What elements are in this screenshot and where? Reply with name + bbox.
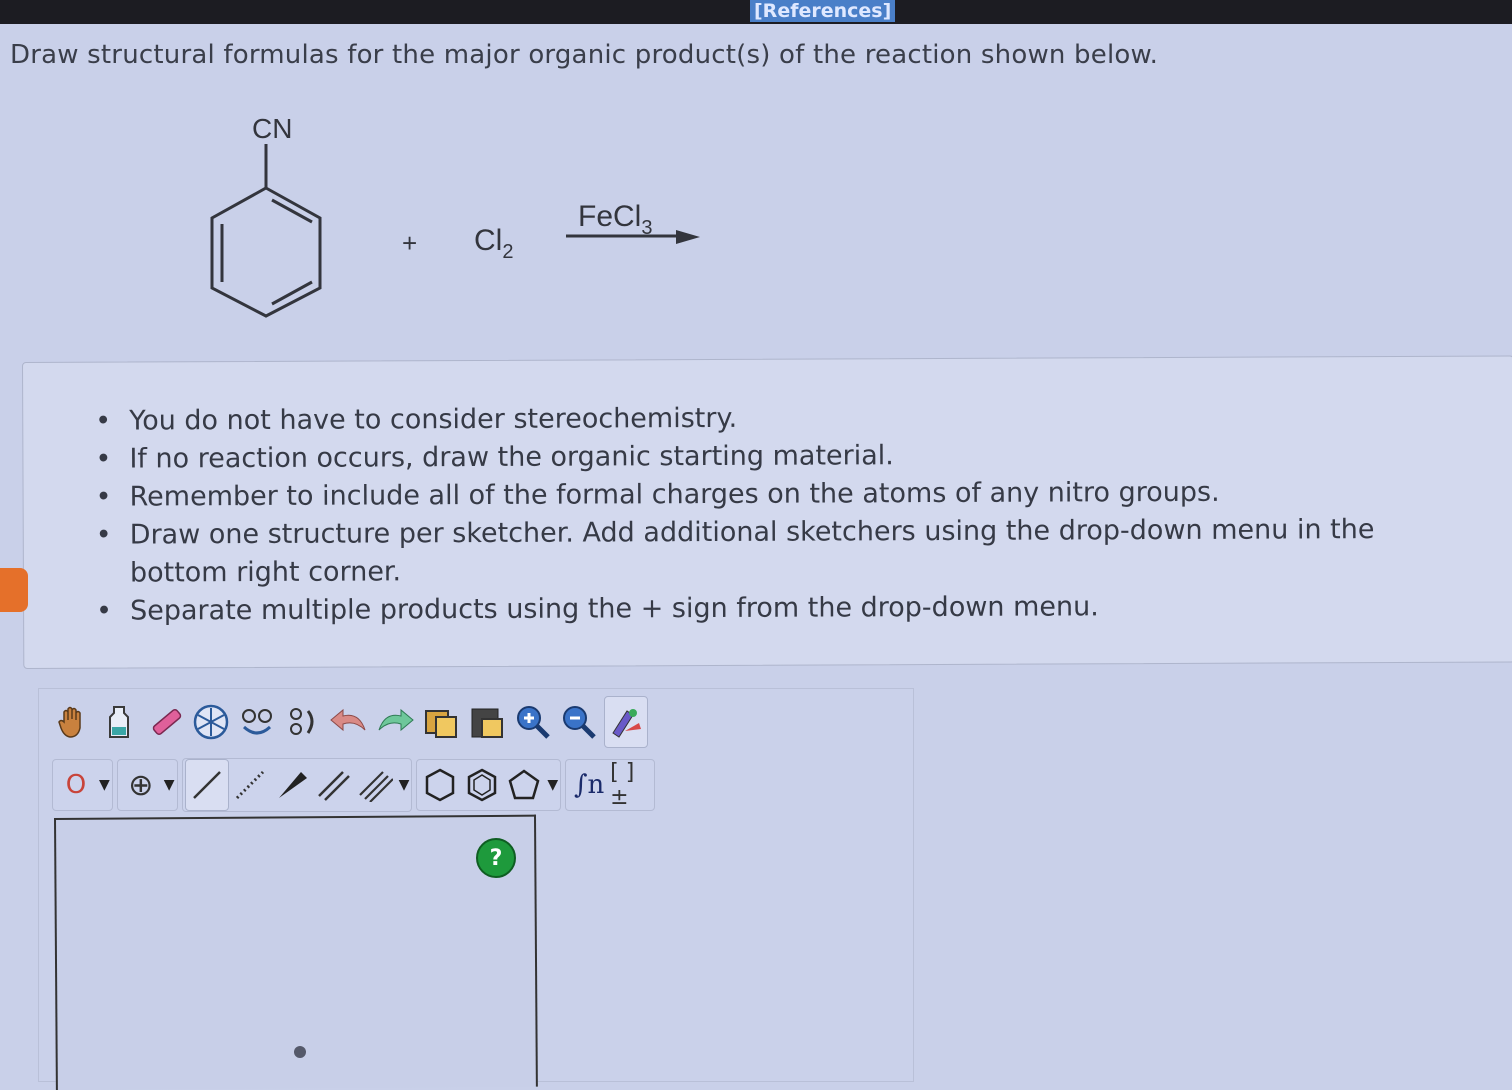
benzene-icon[interactable] bbox=[461, 760, 503, 810]
eraser-icon[interactable] bbox=[144, 697, 186, 747]
single-bond-icon[interactable] bbox=[184, 759, 229, 811]
reaction-drawing: CN + Cl2 FeCl3 bbox=[210, 113, 700, 318]
benzene-ring bbox=[210, 186, 322, 318]
reaction-scheme: CN + Cl2 FeCl3 bbox=[180, 100, 740, 340]
chevron-down-icon[interactable]: ▼ bbox=[164, 777, 175, 793]
extra-tools: ∫n [ ]± bbox=[565, 759, 656, 811]
bond-selector: ▼ bbox=[181, 758, 413, 812]
help-button[interactable]: ? bbox=[476, 838, 516, 878]
reaction-arrow-head bbox=[676, 230, 700, 244]
sgroup-icon[interactable]: ∫n bbox=[568, 760, 610, 810]
bracket-label[interactable]: [ ]± bbox=[610, 760, 652, 810]
instructions-box: You do not have to consider stereochemis… bbox=[22, 355, 1512, 669]
redo-icon[interactable] bbox=[374, 697, 416, 747]
ungroup-icon[interactable] bbox=[282, 697, 324, 747]
clean-icon[interactable] bbox=[604, 696, 648, 748]
instruction-item: Separate multiple products using the + s… bbox=[96, 587, 1456, 631]
toolbar-row-1 bbox=[52, 696, 648, 748]
atom-label: O bbox=[65, 770, 87, 800]
cl2-subscript: 2 bbox=[502, 241, 513, 263]
side-tab[interactable] bbox=[0, 568, 28, 612]
atom-selector[interactable]: O ▼ bbox=[52, 759, 113, 811]
plus-sign: + bbox=[402, 228, 417, 258]
double-bond-icon[interactable] bbox=[313, 760, 355, 810]
chevron-down-icon[interactable]: ▼ bbox=[547, 777, 558, 793]
cyclopentane-icon[interactable] bbox=[503, 760, 545, 810]
chevron-down-icon[interactable]: ▼ bbox=[99, 777, 110, 793]
undo-icon[interactable] bbox=[328, 697, 370, 747]
canvas-dot bbox=[294, 1046, 306, 1058]
instruction-item: Draw one structure per sketcher. Add add… bbox=[96, 511, 1456, 593]
question-text: Draw structural formulas for the major o… bbox=[10, 40, 1159, 70]
references-link[interactable]: [References] bbox=[750, 0, 896, 22]
hashed-bond-icon[interactable] bbox=[229, 760, 271, 810]
cn-label: CN bbox=[252, 113, 292, 144]
ring-double-bond-3 bbox=[271, 280, 313, 306]
triple-bond-icon[interactable] bbox=[355, 760, 397, 810]
instruction-item: If no reaction occurs, draw the organic … bbox=[95, 435, 1455, 479]
instruction-item: Remember to include all of the formal ch… bbox=[96, 473, 1456, 517]
chevron-down-icon[interactable]: ▼ bbox=[399, 777, 410, 793]
paste-icon[interactable] bbox=[466, 697, 508, 747]
fecl3-label: FeCl3 bbox=[578, 200, 652, 239]
top-bar: [References] bbox=[0, 0, 1512, 24]
group-icon[interactable] bbox=[236, 697, 278, 747]
template-icon[interactable] bbox=[190, 697, 232, 747]
wedge-bond-icon[interactable] bbox=[271, 760, 313, 810]
ring-selector: ▼ bbox=[416, 759, 562, 811]
cyclohexane-icon[interactable] bbox=[419, 760, 461, 810]
charge-selector[interactable]: ⊕ ▼ bbox=[116, 759, 178, 811]
zoom-out-icon[interactable] bbox=[558, 697, 600, 747]
cl2-label: Cl2 bbox=[474, 224, 513, 263]
fecl3-symbol: FeCl bbox=[578, 200, 641, 233]
zoom-in-icon[interactable] bbox=[512, 697, 554, 747]
cl2-symbol: Cl bbox=[474, 224, 502, 257]
instruction-item: You do not have to consider stereochemis… bbox=[95, 397, 1455, 441]
hand-icon[interactable] bbox=[52, 697, 94, 747]
toolbar-row-2: O ▼ ⊕ ▼ ▼ ▼ ∫n []± bbox=[52, 758, 656, 812]
copy-icon[interactable] bbox=[420, 697, 462, 747]
charge-label: ⊕ bbox=[128, 767, 154, 803]
instructions-list: You do not have to consider stereochemis… bbox=[95, 397, 1456, 631]
bottle-icon[interactable] bbox=[98, 697, 140, 747]
